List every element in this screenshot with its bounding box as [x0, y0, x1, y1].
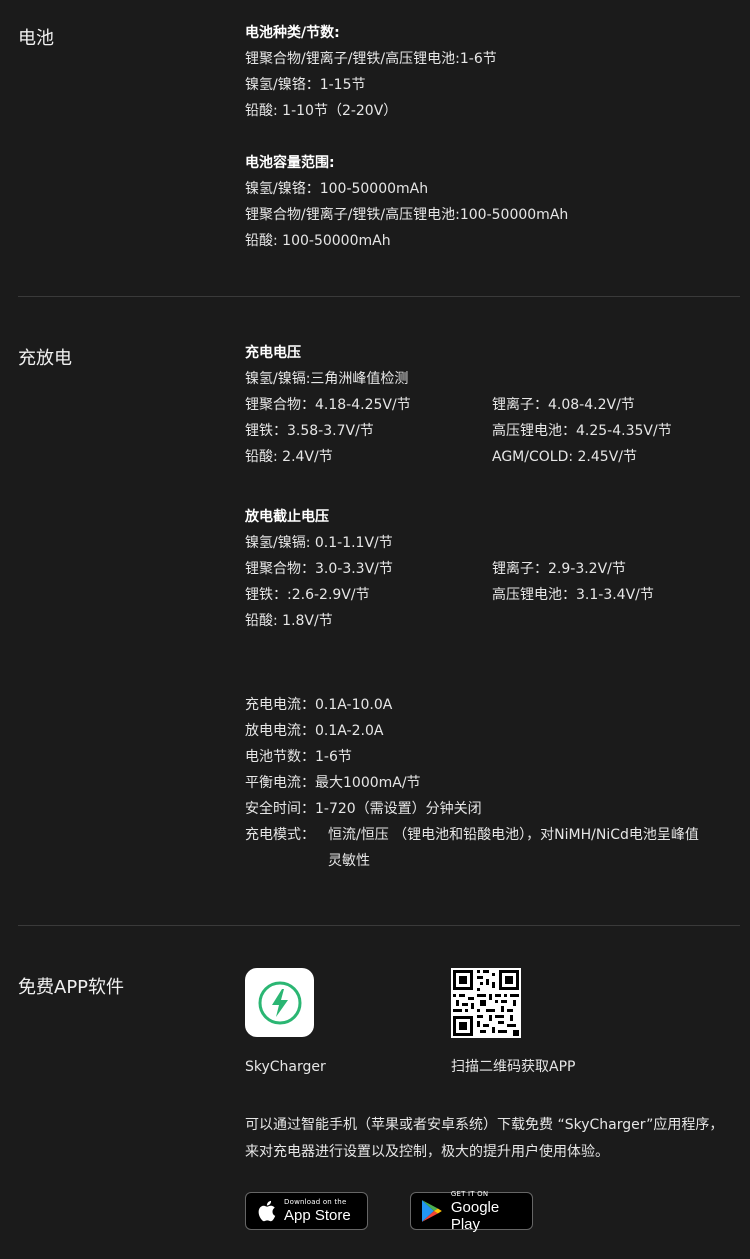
spec-line: 充电电流：0.1A-10.0A	[245, 697, 393, 713]
google-play-small-text: GET IT ON	[450, 1189, 489, 1198]
skycharger-app-icon[interactable]	[245, 968, 314, 1037]
section-divider	[18, 925, 740, 926]
charge-mode-label: 充电模式：	[245, 827, 315, 843]
charge-voltage-right: 锂离子：4.08-4.2V/节	[492, 397, 635, 413]
battery-capacity-heading: 电池容量范围:	[245, 155, 335, 171]
charge-voltage-nimh: 镍氢/镍镉:三角洲峰值检测	[245, 371, 409, 387]
spec-line: 安全时间：1-720（需设置）分钟关闭	[245, 801, 482, 817]
battery-type-line: 锂聚合物/锂离子/锂铁/高压锂电池:1-6节	[245, 51, 497, 67]
cutoff-voltage-heading: 放电截止电压	[245, 509, 329, 525]
cutoff-voltage-left: 铅酸: 1.8V/节	[245, 613, 333, 629]
apple-icon	[258, 1200, 276, 1222]
spec-line: 电池节数：1-6节	[245, 749, 352, 765]
section-title-charge: 充放电	[18, 348, 72, 369]
charge-voltage-right: AGM/COLD: 2.45V/节	[492, 449, 637, 465]
battery-type-line: 镍氢/镍铬：1-15节	[245, 77, 366, 93]
app-name-label: SkyCharger	[245, 1059, 326, 1075]
charge-voltage-right: 高压锂电池：4.25-4.35V/节	[492, 423, 672, 439]
cutoff-voltage-left: 锂聚合物：3.0-3.3V/节	[245, 561, 393, 577]
lightning-bolt-icon	[258, 981, 301, 1024]
section-title-app: 免费APP软件	[18, 977, 125, 998]
charge-voltage-left: 铅酸: 2.4V/节	[245, 449, 333, 465]
cutoff-voltage-left: 锂铁：:2.6-2.9V/节	[245, 587, 370, 603]
cutoff-voltage-right: 高压锂电池：3.1-3.4V/节	[492, 587, 654, 603]
google-play-button[interactable]: GET IT ON Google Play	[410, 1189, 533, 1233]
app-store-button[interactable]: Download on the App Store	[245, 1192, 368, 1230]
qr-code-image	[451, 968, 521, 1038]
battery-capacity-line: 铅酸: 100-50000mAh	[245, 233, 391, 249]
battery-type-line: 铅酸: 1-10节（2-20V）	[245, 103, 398, 119]
google-play-icon	[421, 1200, 442, 1222]
section-title-battery: 电池	[18, 28, 54, 49]
section-divider	[18, 296, 740, 297]
app-store-small-text: Download on the	[284, 1198, 347, 1206]
cutoff-voltage-nimh: 镍氢/镍镉: 0.1-1.1V/节	[245, 535, 393, 551]
charge-voltage-left: 锂铁：3.58-3.7V/节	[245, 423, 374, 439]
charge-voltage-heading: 充电电压	[245, 345, 301, 361]
charge-mode-value-cont: 灵敏性	[328, 853, 370, 869]
cutoff-voltage-right: 锂离子：2.9-3.2V/节	[492, 561, 626, 577]
charge-mode-value: 恒流/恒压 （锂电池和铅酸电池），对NiMH/NiCd电池呈峰值	[328, 827, 699, 843]
spec-line: 放电电流：0.1A-2.0A	[245, 723, 384, 739]
battery-capacity-line: 锂聚合物/锂离子/锂铁/高压锂电池:100-50000mAh	[245, 207, 569, 223]
app-store-big-text: App Store	[284, 1207, 351, 1224]
google-play-big-text: Google Play	[450, 1198, 500, 1233]
app-description: 可以通过智能手机（苹果或者安卓系统）下载免费 “SkyCharger”应用程序，…	[245, 1117, 724, 1160]
charge-voltage-left: 锂聚合物：4.18-4.25V/节	[245, 397, 411, 413]
qr-code	[451, 968, 521, 1038]
spec-line: 平衡电流：最大1000mA/节	[245, 775, 421, 791]
battery-capacity-line: 镍氢/镍铬：100-50000mAh	[245, 181, 429, 197]
qr-caption: 扫描二维码获取APP	[451, 1059, 576, 1075]
battery-types-heading: 电池种类/节数:	[245, 25, 340, 41]
